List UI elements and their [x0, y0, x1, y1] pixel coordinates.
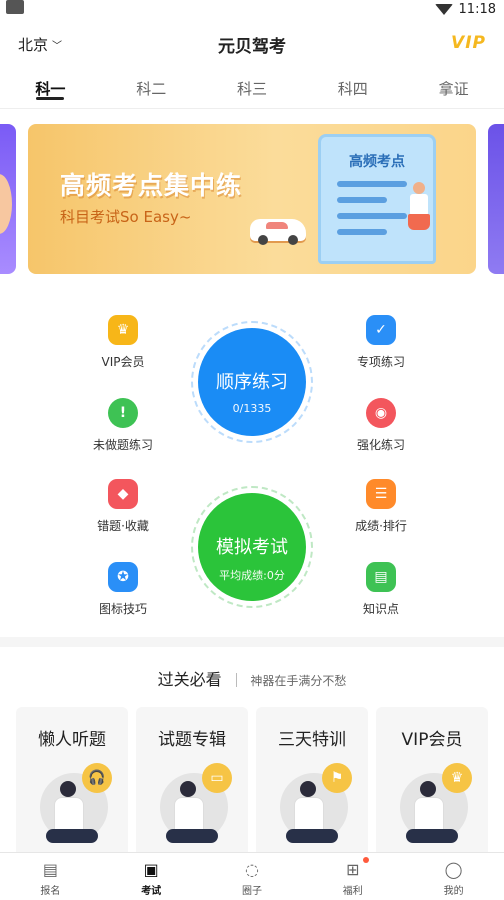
vip-member-card[interactable]: VIP会员 ♛ [376, 707, 488, 852]
card-title: 懒人听题 [38, 730, 106, 750]
banner-next-slide[interactable] [488, 124, 504, 274]
section-subtitle: 神器在手满分不愁 [250, 674, 347, 688]
banner-prev-slide[interactable] [0, 124, 16, 274]
book-icon: ▤ [366, 562, 396, 592]
feature-label: 专项练习 [356, 355, 405, 369]
nav-label: 我的 [443, 886, 464, 897]
notification-icon [6, 0, 24, 14]
crown-icon: ♛ [442, 763, 472, 793]
status-bar: 11:18 [0, 0, 504, 22]
sequence-practice-button[interactable]: 顺序练习 0/1335 [198, 328, 306, 436]
gift-icon: ⊞ [346, 859, 360, 879]
mock-exam-button[interactable]: 模拟考试 平均成绩:0分 [198, 493, 306, 601]
vip-button[interactable]: VIP [451, 33, 486, 53]
nav-signup[interactable]: ▤ 报名 [0, 853, 101, 900]
nav-benefits[interactable]: ⊞ 福利 [302, 853, 403, 900]
feature-label: 强化练习 [356, 438, 405, 452]
nav-label: 考试 [141, 886, 162, 897]
mock-exam-label: 模拟考试 [216, 537, 288, 558]
notification-dot [362, 857, 369, 863]
mistakes-favorites-button[interactable]: ◆ 错题·收藏 [68, 479, 178, 534]
feature-label: 成绩·排行 [355, 519, 407, 533]
vip-illustration: ♛ [392, 763, 472, 852]
tab-license[interactable]: 拿证 [403, 72, 504, 108]
car-icon: ▭ [202, 763, 232, 793]
subject-tabs: 科一 科二 科三 科四 拿证 [0, 72, 504, 108]
listener-illustration: 🎧 [32, 763, 112, 852]
nav-exam[interactable]: ▣ 考试 [101, 853, 202, 900]
promo-banner[interactable]: 高频考点集中练 科目考试So Easy~ 高频考点 [28, 124, 476, 274]
page-title: 元贝驾考 [218, 37, 286, 57]
headphones-icon: 🎧 [82, 763, 112, 793]
crown-icon: ♛ [108, 315, 138, 345]
mock-exam-score: 平均成绩:0分 [219, 569, 285, 582]
form-icon: ▤ [42, 859, 58, 879]
tabs-divider [0, 108, 504, 109]
tab-subject-1[interactable]: 科一 [0, 72, 101, 108]
sequence-practice-label: 顺序练习 [216, 372, 288, 393]
card-title: 试题专辑 [158, 730, 226, 750]
banner-subtitle: 科目考试So Easy~ [60, 208, 192, 226]
scroll-title: 高频考点 [349, 154, 405, 170]
profile-icon: ◯ [444, 859, 463, 879]
nav-community[interactable]: ◌ 圈子 [202, 853, 303, 900]
must-see-cards: 懒人听题 🎧 试题专辑 ▭ 三天特训 ⚑ VIP会员 ♛ [16, 707, 488, 852]
tag-icon: ◆ [108, 479, 138, 509]
status-time: 11:18 [458, 1, 496, 17]
nav-label: 报名 [40, 886, 61, 897]
tab-subject-3[interactable]: 科三 [202, 72, 303, 108]
feature-grid: ♛ VIP会员 ! 未做题练习 ◆ 错题·收藏 ✪ 图标技巧 ✓ 专项练习 ◉ … [0, 300, 504, 630]
nav-label: 圈子 [241, 886, 262, 897]
scroll-line [337, 181, 407, 187]
car-illustration [250, 219, 306, 245]
lazy-listen-card[interactable]: 懒人听题 🎧 [16, 707, 128, 852]
wifi-icon [434, 3, 453, 15]
tab-subject-2[interactable]: 科二 [101, 72, 202, 108]
album-illustration: ▭ [152, 763, 232, 852]
scroll-line [337, 213, 407, 219]
feature-label: 未做题练习 [92, 438, 153, 452]
intensive-practice-button[interactable]: ◉ 强化练习 [326, 398, 436, 453]
card-title: 三天特训 [278, 730, 346, 750]
unanswered-practice-button[interactable]: ! 未做题练习 [68, 398, 178, 453]
chat-icon: ◌ [245, 859, 259, 879]
wallet-icon: ▣ [143, 859, 159, 879]
flag-icon: ⚑ [322, 763, 352, 793]
scroll-line [337, 197, 387, 203]
list-icon: ☰ [366, 479, 396, 509]
section-title: 过关必看 [157, 670, 222, 689]
knowledge-points-button[interactable]: ▤ 知识点 [326, 562, 436, 617]
vip-member-button[interactable]: ♛ VIP会员 [68, 315, 178, 370]
training-illustration: ⚑ [272, 763, 352, 852]
feature-label: 图标技巧 [98, 602, 147, 616]
alert-icon: ! [108, 398, 138, 428]
nav-profile[interactable]: ◯ 我的 [403, 853, 504, 900]
special-practice-button[interactable]: ✓ 专项练习 [326, 315, 436, 370]
section-header: 过关必看 神器在手满分不愁 [0, 666, 504, 690]
feature-label: 错题·收藏 [97, 519, 149, 533]
score-ranking-button[interactable]: ☰ 成绩·排行 [326, 479, 436, 534]
card-title: VIP会员 [401, 730, 463, 750]
three-day-training-card[interactable]: 三天特训 ⚑ [256, 707, 368, 852]
feature-label: 知识点 [362, 602, 399, 616]
bottom-nav: ▤ 报名 ▣ 考试 ◌ 圈子 ⊞ 福利 ◯ 我的 [0, 852, 504, 900]
app-header: 北京 ﹀ 元贝驾考 VIP [0, 26, 504, 62]
sign-icon: ✪ [108, 562, 138, 592]
checklist-icon: ✓ [366, 315, 396, 345]
nav-label: 福利 [342, 886, 363, 897]
feature-label: VIP会员 [101, 355, 145, 369]
banner-title: 高频考点集中练 [60, 171, 243, 200]
sign-tips-button[interactable]: ✪ 图标技巧 [68, 562, 178, 617]
person-illustration [408, 182, 430, 242]
section-divider [0, 637, 504, 647]
sequence-practice-progress: 0/1335 [232, 402, 272, 415]
target-icon: ◉ [366, 398, 396, 428]
section-divider-bar [235, 673, 237, 687]
tab-subject-4[interactable]: 科四 [302, 72, 403, 108]
scroll-line [337, 229, 387, 235]
question-album-card[interactable]: 试题专辑 ▭ [136, 707, 248, 852]
